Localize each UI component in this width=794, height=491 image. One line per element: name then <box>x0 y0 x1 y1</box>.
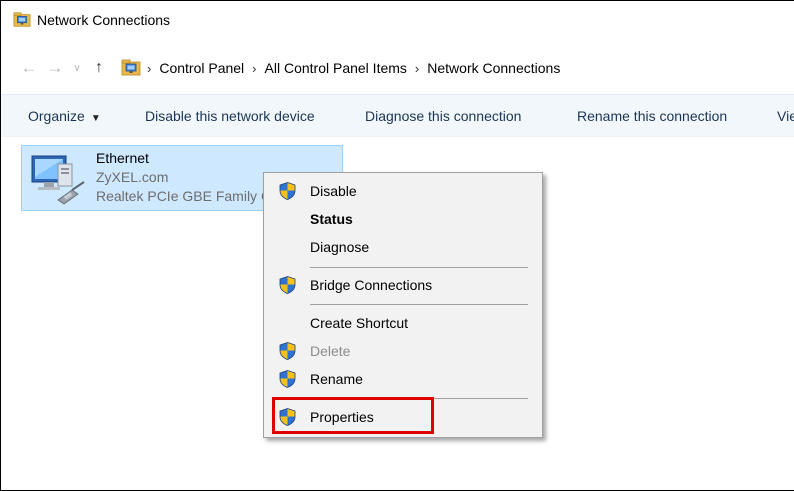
dropdown-caret-icon: ▼ <box>90 113 101 124</box>
menu-item-rename[interactable]: Rename <box>264 367 542 391</box>
breadcrumb-network-connections[interactable]: Network Connections <box>427 60 560 76</box>
menu-item-create-shortcut[interactable]: Create Shortcut <box>264 311 542 335</box>
window-title: Network Connections <box>37 12 171 28</box>
shield-icon <box>279 342 296 360</box>
shield-icon <box>279 276 296 294</box>
organize-button[interactable]: Organize ▼ <box>28 108 101 124</box>
menu-item-delete: Delete <box>264 339 542 363</box>
organize-label: Organize <box>28 108 85 124</box>
title-bar: Network Connections <box>1 1 794 39</box>
menu-item-disable[interactable]: Disable <box>264 179 542 203</box>
menu-separator <box>310 304 528 305</box>
up-arrow-icon[interactable]: ↑ <box>87 56 111 80</box>
properties-highlight-box <box>272 397 434 434</box>
breadcrumb-control-panel[interactable]: Control Panel <box>159 60 244 76</box>
shield-icon <box>279 370 296 388</box>
view-button[interactable]: Vie <box>777 108 794 124</box>
rename-connection-button[interactable]: Rename this connection <box>577 108 727 124</box>
recent-locations-chevron-icon[interactable]: ∨ <box>69 56 85 80</box>
menu-item-diagnose[interactable]: Diagnose <box>264 235 542 259</box>
menu-item-bridge-connections[interactable]: Bridge Connections <box>264 273 542 297</box>
breadcrumb-all-items[interactable]: All Control Panel Items <box>265 60 407 76</box>
shield-icon <box>279 182 296 200</box>
connection-adapter: Realtek PCIe GBE Family C <box>96 188 266 204</box>
menu-item-status[interactable]: Status <box>264 207 542 231</box>
control-panel-icon <box>121 58 141 78</box>
connection-name: Ethernet <box>96 150 149 166</box>
back-arrow-icon[interactable]: ← <box>17 56 41 80</box>
disable-device-button[interactable]: Disable this network device <box>145 108 315 124</box>
breadcrumb-separator-icon[interactable]: › <box>252 61 256 76</box>
ethernet-adapter-icon <box>31 155 85 205</box>
forward-arrow-icon[interactable]: → <box>43 56 67 80</box>
breadcrumb-separator-icon[interactable]: › <box>147 61 151 76</box>
network-connections-window: Network Connections ← → ∨ ↑ › Control Pa… <box>0 0 794 491</box>
connection-network: ZyXEL.com <box>96 169 169 185</box>
menu-separator <box>310 267 528 268</box>
diagnose-connection-button[interactable]: Diagnose this connection <box>365 108 521 124</box>
network-connections-icon <box>13 11 31 29</box>
command-bar: Organize ▼ Disable this network device Di… <box>1 94 794 137</box>
breadcrumb-separator-icon[interactable]: › <box>415 61 419 76</box>
address-bar[interactable]: ← → ∨ ↑ › Control Panel › All Control Pa… <box>1 51 794 85</box>
